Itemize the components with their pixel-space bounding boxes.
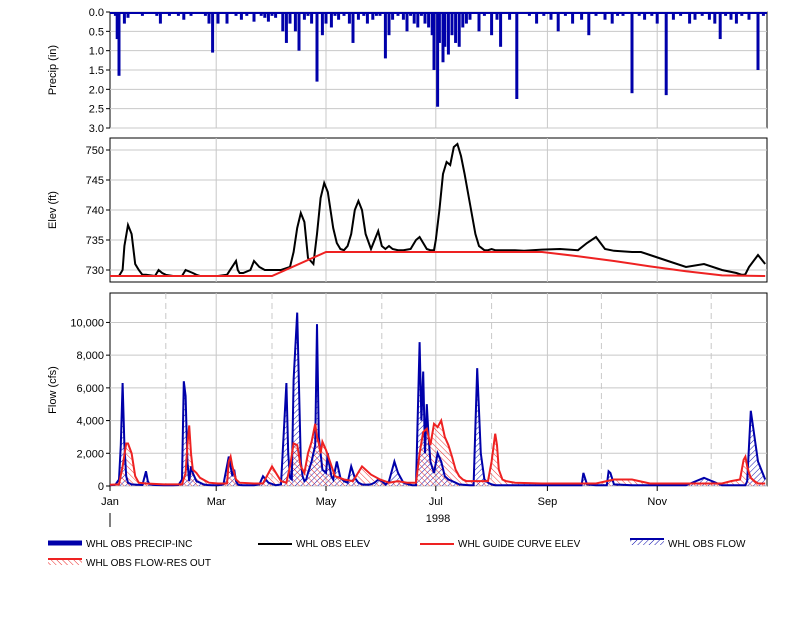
precip-ytick-label: 2.0 — [89, 84, 104, 96]
precip-bar — [664, 12, 668, 96]
precip-bar — [117, 12, 121, 76]
elev-ylabel: Elev (ft) — [47, 191, 59, 229]
flow-xtick-label: Jul — [429, 496, 443, 508]
legend-label-resout: WHL OBS FLOW-RES OUT — [86, 558, 211, 569]
precip-ylabel: Precip (in) — [47, 45, 59, 95]
precip-bar — [427, 12, 431, 28]
precip-ytick-label: 1.5 — [89, 65, 104, 77]
flow-ytick-label: 10,000 — [70, 317, 104, 329]
precip-ytick-label: 0.0 — [89, 7, 104, 19]
elev-ytick-label: 750 — [86, 145, 104, 157]
precip-bar — [387, 12, 391, 36]
precip-bar — [515, 12, 519, 99]
elev-ytick-label: 740 — [86, 205, 104, 217]
precip-bar — [587, 12, 591, 36]
flow-xtick-label: Jan — [101, 496, 119, 508]
precip-bar — [315, 12, 319, 82]
precip-ytick-label: 3.0 — [89, 123, 104, 135]
precip-ytick-label: 0.5 — [89, 26, 104, 38]
legend: WHL OBS PRECIP-INC WHL OBS ELEV WHL GUID… — [48, 538, 746, 569]
precip-bar — [499, 12, 503, 47]
precip-bar — [405, 12, 409, 32]
precip-bar — [416, 12, 420, 28]
precip-bar — [432, 12, 436, 70]
precip-bar — [446, 12, 450, 55]
precip-bar — [320, 12, 324, 36]
elev-ytick-label: 745 — [86, 175, 104, 187]
precip-bar — [454, 12, 458, 43]
precip-ytick-label: 1.0 — [89, 46, 104, 58]
precip-bar — [281, 12, 285, 32]
precip-bar — [329, 12, 333, 28]
precip-bar — [297, 12, 301, 51]
flow-xtick-label: Nov — [647, 496, 667, 508]
precip-bar — [293, 12, 297, 32]
flow-xtick-label: Sep — [538, 496, 558, 508]
legend-label-guide: WHL GUIDE CURVE ELEV — [458, 539, 581, 550]
precip-bar — [351, 12, 355, 43]
flow-ytick-label: 2,000 — [76, 448, 104, 460]
flow-xtick-label: May — [316, 496, 337, 508]
precip-bar — [383, 12, 387, 59]
precip-bar — [556, 12, 560, 32]
elev-ytick-label: 735 — [86, 235, 104, 247]
legend-label-flow: WHL OBS FLOW — [668, 539, 746, 550]
precip-bar — [211, 12, 215, 53]
flow-ytick-label: 8,000 — [76, 350, 104, 362]
hydrograph-chart: 0.0 0.5 1.0 1.5 2.0 2.5 3.0 730 735 740 745 750 0 2,0… — [47, 7, 768, 569]
legend-label-elev: WHL OBS ELEV — [296, 539, 370, 550]
flow-ytick-label: 6,000 — [76, 383, 104, 395]
precip-bar — [450, 12, 454, 36]
precip-bar — [630, 12, 634, 94]
flow-ylabel: Flow (cfs) — [47, 366, 59, 414]
precip-bar — [457, 12, 461, 47]
flow-ytick-label: 4,000 — [76, 416, 104, 428]
elev-ytick-label: 730 — [86, 265, 104, 277]
precip-bar — [443, 12, 447, 47]
legend-label-precip: WHL OBS PRECIP-INC — [86, 539, 192, 550]
precip-ytick-label: 2.5 — [89, 104, 104, 116]
x-axis-year: 1998 — [426, 513, 450, 525]
flow-ytick-label: 0 — [98, 481, 104, 493]
precip-bar — [756, 12, 760, 70]
precip-bar — [477, 12, 481, 32]
precip-bar — [718, 12, 722, 40]
flow-xtick-label: Mar — [207, 496, 226, 508]
precip-bar — [461, 12, 465, 28]
precip-bar — [437, 12, 441, 43]
precip-bar — [284, 12, 288, 43]
precip-bar — [490, 12, 494, 36]
